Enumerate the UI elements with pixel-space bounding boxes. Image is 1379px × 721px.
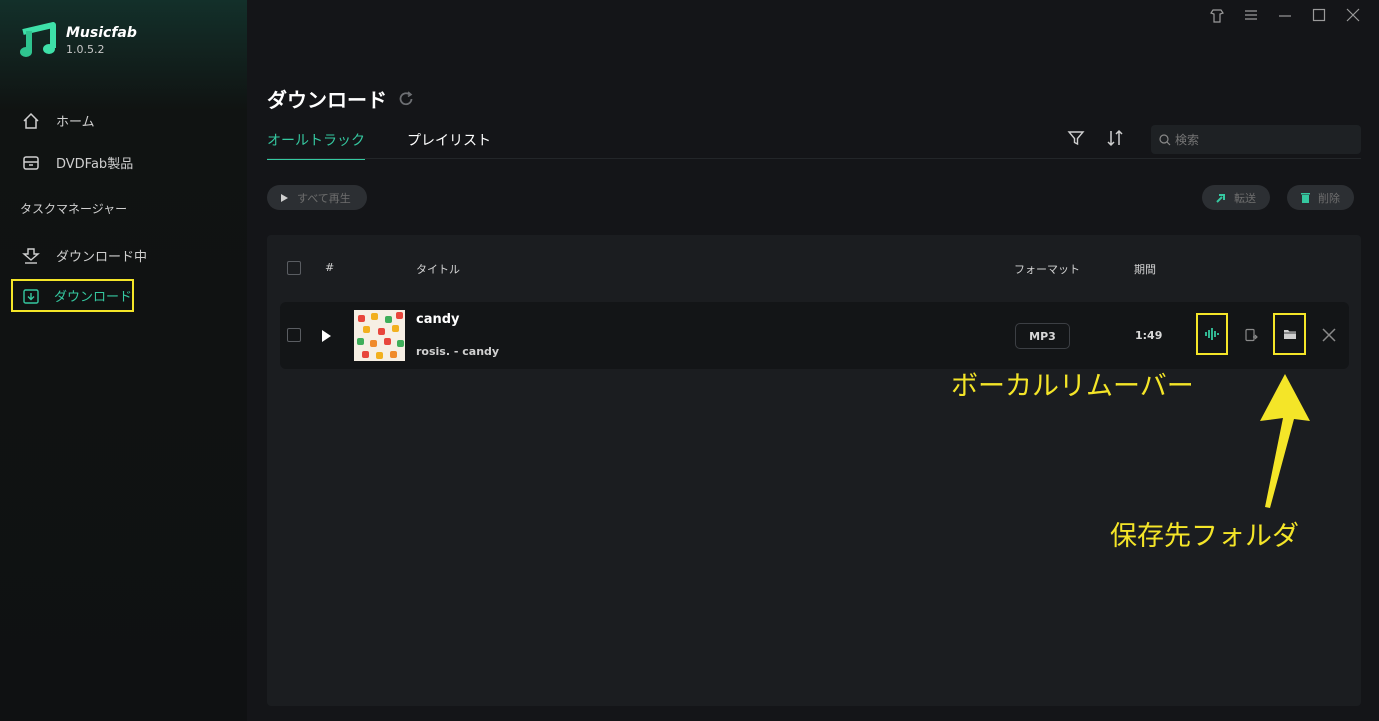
play-icon xyxy=(281,193,288,202)
tab-bar: オールトラック プレイリスト xyxy=(267,130,491,160)
minimize-icon[interactable] xyxy=(1277,8,1293,26)
vocal-remover-button[interactable] xyxy=(1196,313,1228,355)
box-icon xyxy=(23,155,39,170)
downloading-icon xyxy=(22,247,40,264)
track-artist: rosis. - candy xyxy=(416,345,500,358)
app-name: Musicfab xyxy=(66,24,137,41)
select-all-checkbox[interactable] xyxy=(287,261,301,275)
refresh-icon[interactable] xyxy=(397,90,415,108)
delete-button[interactable]: 削除 xyxy=(1287,185,1354,210)
transfer-button[interactable]: 転送 xyxy=(1202,185,1270,210)
sidebar-item-label: ダウンロード中 xyxy=(56,250,148,265)
sidebar-item-dvdfab[interactable]: DVDFab製品 xyxy=(22,153,133,172)
close-icon xyxy=(1322,328,1336,342)
search-box[interactable] xyxy=(1151,125,1361,154)
maximize-icon[interactable] xyxy=(1311,8,1327,26)
album-art xyxy=(354,310,405,361)
window-controls xyxy=(1209,8,1361,26)
folder-icon xyxy=(1283,330,1296,339)
column-header-title[interactable]: タイトル xyxy=(416,261,460,277)
remove-track-button[interactable] xyxy=(1318,324,1340,346)
track-list-panel: # タイトル フォーマット 期間 candy rosis. - candy MP… xyxy=(267,235,1361,706)
column-header-index: # xyxy=(325,261,335,274)
home-icon xyxy=(23,112,39,129)
row-checkbox[interactable] xyxy=(287,328,301,342)
vocal-remover-callout: ボーカルリムーバー xyxy=(951,371,1194,402)
device-transfer-icon xyxy=(1245,328,1258,342)
column-header-format[interactable]: フォーマット xyxy=(1014,261,1080,277)
sidebar: Musicfab 1.0.5.2 ホーム DVDFab製品 タスクマネージャー … xyxy=(0,0,247,721)
app-logo[interactable]: Musicfab 1.0.5.2 xyxy=(19,22,137,58)
tab-divider xyxy=(267,158,1361,159)
task-manager-heading: タスクマネージャー xyxy=(20,202,128,216)
delete-label: 削除 xyxy=(1318,191,1340,205)
shirt-icon[interactable] xyxy=(1209,8,1225,26)
sort-icon[interactable] xyxy=(1105,129,1125,147)
search-icon xyxy=(1159,133,1171,145)
tab-playlists[interactable]: プレイリスト xyxy=(407,130,491,160)
sidebar-item-home[interactable]: ホーム xyxy=(22,111,95,130)
waveform-icon xyxy=(1205,328,1219,340)
column-header-duration[interactable]: 期間 xyxy=(1134,261,1156,277)
search-input[interactable] xyxy=(1175,132,1345,147)
transfer-label: 転送 xyxy=(1234,191,1256,205)
sidebar-item-downloaded[interactable]: ダウンロード xyxy=(11,279,134,312)
tab-all-tracks[interactable]: オールトラック xyxy=(267,130,365,160)
share-arrow-icon xyxy=(1216,193,1225,203)
table-row[interactable]: candy rosis. - candy MP3 1:49 xyxy=(280,302,1349,369)
track-title: candy xyxy=(416,312,460,327)
sidebar-item-label: ダウンロード xyxy=(54,290,133,305)
filter-icon[interactable] xyxy=(1067,129,1085,147)
app-version: 1.0.5.2 xyxy=(66,42,105,56)
close-icon[interactable] xyxy=(1345,8,1361,26)
main-content: ダウンロード オールトラック プレイリスト すべて再生 転送 削除 # タイトル… xyxy=(247,0,1379,721)
page-title-text: ダウンロード xyxy=(267,88,387,112)
play-track-icon[interactable] xyxy=(322,330,331,342)
arrow-up-icon xyxy=(1260,374,1310,508)
trash-icon xyxy=(1301,192,1310,203)
save-folder-callout: 保存先フォルダ xyxy=(1110,521,1299,552)
sidebar-item-downloading[interactable]: ダウンロード中 xyxy=(22,246,147,265)
downloaded-icon xyxy=(23,288,39,304)
sidebar-item-label: DVDFab製品 xyxy=(56,157,134,172)
track-duration: 1:49 xyxy=(1135,329,1163,342)
sidebar-item-label: ホーム xyxy=(56,115,95,130)
open-folder-button[interactable] xyxy=(1273,313,1306,355)
menu-icon[interactable] xyxy=(1243,8,1259,26)
music-note-icon xyxy=(20,22,56,57)
play-all-button[interactable]: すべて再生 xyxy=(267,185,367,210)
page-title: ダウンロード xyxy=(267,84,415,113)
transfer-track-button[interactable] xyxy=(1240,324,1262,346)
play-all-label: すべて再生 xyxy=(297,191,351,205)
format-badge: MP3 xyxy=(1015,323,1070,349)
